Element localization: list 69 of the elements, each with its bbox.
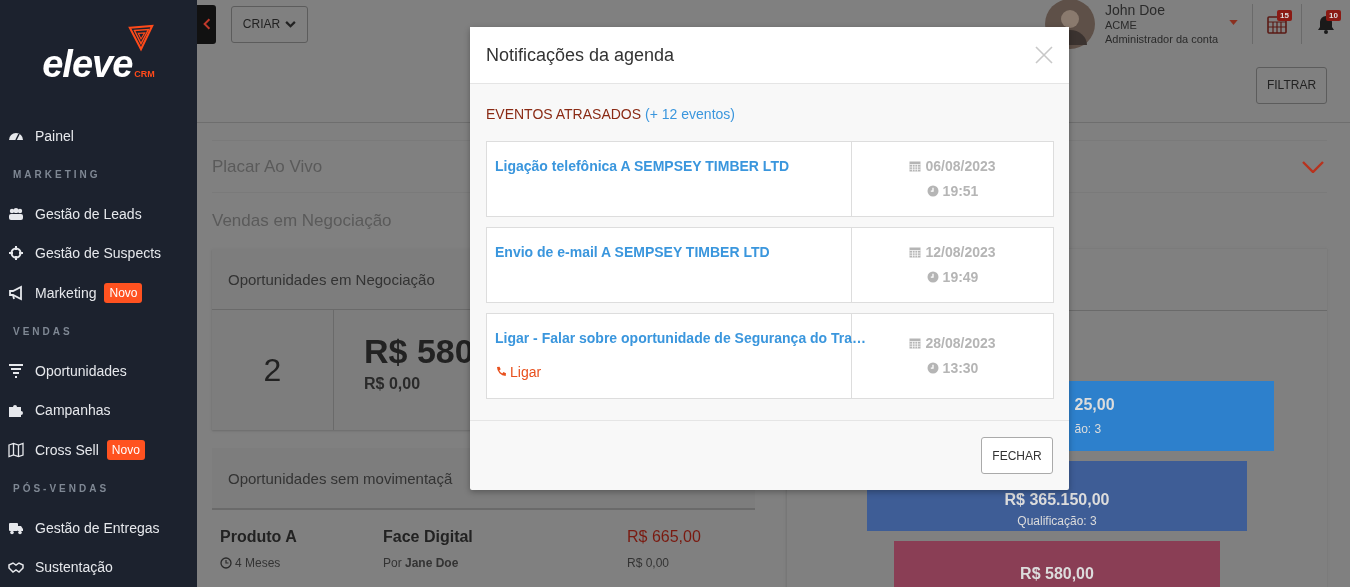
calendar-icon <box>909 246 922 258</box>
deal-value: R$ 665,00 <box>627 528 702 546</box>
sidebar-link[interactable]: Oportunidades <box>35 363 127 380</box>
collapse-toggle[interactable] <box>197 4 216 44</box>
sidebar-link[interactable]: Marketing <box>35 284 97 301</box>
age-text: 4 Meses <box>235 556 281 570</box>
new-badge: Novo <box>106 439 145 460</box>
puzzle-icon <box>8 402 24 419</box>
create-button[interactable]: CRIAR <box>231 5 308 43</box>
action-label: Ligar <box>510 364 542 380</box>
count-badge: 15 <box>1277 10 1292 21</box>
megaphone-icon <box>8 284 24 301</box>
new-badge: Novo <box>104 282 143 303</box>
logo-wordmark: eleve <box>42 44 133 83</box>
users-icon <box>8 206 24 223</box>
close-button[interactable]: FECHAR <box>981 437 1053 474</box>
owner-text: Por Jane Doe <box>383 556 460 570</box>
clock-icon <box>926 185 939 197</box>
sidebar-link[interactable]: Sustentação <box>35 559 113 576</box>
user-role: Administrador da conta <box>1105 32 1220 46</box>
stage-label: Qualificação: 3 <box>1017 514 1097 528</box>
clock-icon <box>220 557 232 569</box>
company-name: ACME <box>1105 18 1138 32</box>
sidebar-link[interactable]: Campanhas <box>35 402 111 419</box>
count-badge: 10 <box>1326 10 1341 21</box>
user-name: John Doe <box>1105 2 1166 18</box>
chevron-left-icon <box>202 17 211 31</box>
clock-icon <box>926 362 939 374</box>
stage-value: 25,00 <box>1074 396 1116 414</box>
event-time: 19:51 <box>942 183 979 199</box>
event-date: 28/08/2023 <box>925 335 996 351</box>
sidebar-link[interactable]: Gestão de Suspects <box>35 245 162 262</box>
count-value: 2 <box>212 310 334 430</box>
map-icon <box>8 441 24 458</box>
phone-icon <box>495 366 507 378</box>
event-time: 13:30 <box>942 360 979 376</box>
modal-title: Notificações da agenda <box>486 44 675 66</box>
calendar-icon <box>909 337 922 349</box>
product-name: Produto A <box>220 528 298 546</box>
sidebar-link[interactable]: Gestão de Entregas <box>35 520 160 537</box>
sidebar-link[interactable]: Painel <box>35 127 74 144</box>
filter-button[interactable]: FILTRAR <box>1256 66 1327 104</box>
sidebar-link[interactable]: Cross Sell <box>35 441 99 458</box>
event-date: 12/08/2023 <box>925 244 996 260</box>
deal-value: R$ 0,00 <box>627 556 671 570</box>
calendar-icon <box>1267 14 1287 34</box>
amount-value: R$ 580 <box>364 332 474 371</box>
sidebar-link[interactable]: Gestão de Leads <box>35 206 142 223</box>
section-label: PÓS-VENDAS <box>13 482 110 495</box>
logo-suffix: CRM <box>134 68 155 79</box>
funnel-icon <box>8 363 24 380</box>
stage-label: ão: 3 <box>1074 422 1103 436</box>
calendar-icon <box>909 160 922 172</box>
stage-value: R$ 365.150,00 <box>1004 491 1110 509</box>
truck-icon <box>8 520 24 537</box>
clock-icon <box>926 271 939 283</box>
section-label: MARKETING <box>13 168 101 181</box>
close-icon <box>1035 46 1053 64</box>
crosshair-icon <box>8 245 24 262</box>
section-label: VENDAS <box>13 325 73 338</box>
caret-down-icon <box>1229 19 1238 25</box>
stage-value: R$ 580,00 <box>1020 565 1094 583</box>
event-time: 19:49 <box>942 269 979 285</box>
company-name: Face Digital <box>383 528 474 546</box>
chevron-down-icon <box>1302 160 1324 173</box>
event-date: 06/08/2023 <box>925 158 996 174</box>
amount-value: R$ 0,00 <box>364 375 422 393</box>
overdue-label: EVENTOS ATRASADOS <box>486 106 642 122</box>
chevron-down-icon <box>285 20 297 28</box>
